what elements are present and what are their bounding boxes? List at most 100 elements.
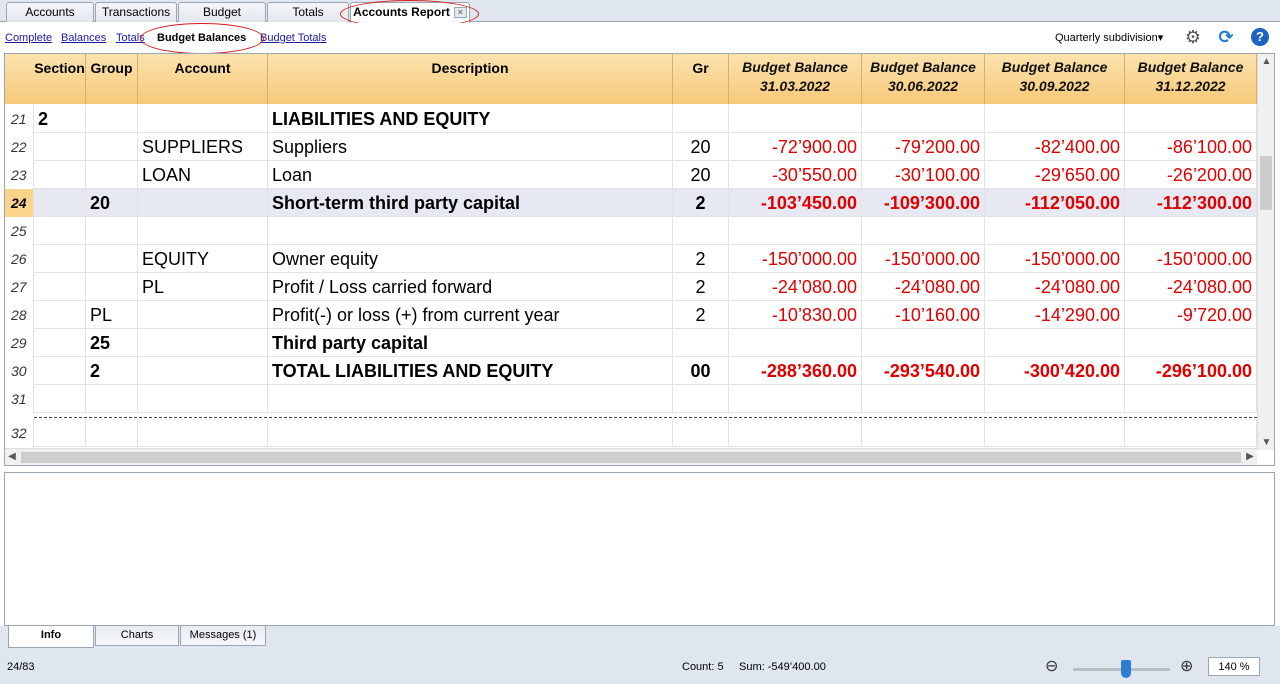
budget-q4-cell[interactable] bbox=[1125, 385, 1257, 413]
budget-q1-cell[interactable]: -150’000.00 bbox=[729, 245, 862, 273]
budget-q4-cell[interactable] bbox=[1125, 105, 1257, 133]
col-budget-balance-q1-header[interactable]: Budget Balance 31.03.2022 bbox=[729, 54, 862, 104]
gr-cell[interactable]: 00 bbox=[673, 357, 729, 385]
gr-cell[interactable] bbox=[673, 419, 729, 447]
group-cell[interactable] bbox=[86, 105, 138, 133]
gr-cell[interactable]: 2 bbox=[673, 245, 729, 273]
table-row[interactable]: 28 PL Profit(-) or loss (+) from current… bbox=[5, 301, 1257, 329]
budget-q2-cell[interactable] bbox=[862, 105, 985, 133]
budget-q4-cell[interactable]: -296’100.00 bbox=[1125, 357, 1257, 385]
budget-q4-cell[interactable]: -150’000.00 bbox=[1125, 245, 1257, 273]
tab-info[interactable]: Info bbox=[8, 626, 94, 648]
budget-q4-cell[interactable]: -9’720.00 bbox=[1125, 301, 1257, 329]
budget-q3-cell[interactable] bbox=[985, 385, 1125, 413]
account-cell[interactable] bbox=[138, 105, 268, 133]
zoom-level-field[interactable]: 140 % bbox=[1208, 657, 1260, 676]
table-row[interactable]: 26 EQUITY Owner equity 2 -150’000.00 -15… bbox=[5, 245, 1257, 273]
description-cell[interactable]: Owner equity bbox=[268, 245, 673, 273]
subtab-complete[interactable]: Complete bbox=[5, 32, 52, 44]
description-cell[interactable]: Profit(-) or loss (+) from current year bbox=[268, 301, 673, 329]
section-cell[interactable] bbox=[34, 357, 86, 385]
account-cell[interactable] bbox=[138, 419, 268, 447]
tab-messages[interactable]: Messages (1) bbox=[180, 626, 266, 646]
scroll-left-icon[interactable]: ◀ bbox=[5, 451, 19, 462]
table-row[interactable]: 22 SUPPLIERS Suppliers 20 -72’900.00 -79… bbox=[5, 133, 1257, 161]
budget-q2-cell[interactable]: -79’200.00 bbox=[862, 133, 985, 161]
budget-q4-cell[interactable]: -112’300.00 bbox=[1125, 189, 1257, 217]
group-cell[interactable] bbox=[86, 245, 138, 273]
budget-q3-cell[interactable]: -29’650.00 bbox=[985, 161, 1125, 189]
budget-q1-cell[interactable]: -103’450.00 bbox=[729, 189, 862, 217]
description-cell[interactable]: Third party capital bbox=[268, 329, 673, 357]
budget-q4-cell[interactable]: -86’100.00 bbox=[1125, 133, 1257, 161]
tab-transactions[interactable]: Transactions bbox=[95, 2, 177, 22]
tab-accounts[interactable]: Accounts bbox=[6, 2, 94, 22]
budget-q1-cell[interactable]: -24’080.00 bbox=[729, 273, 862, 301]
section-cell[interactable]: 2 bbox=[34, 105, 86, 133]
section-cell[interactable] bbox=[34, 161, 86, 189]
budget-q2-cell[interactable] bbox=[862, 217, 985, 245]
account-cell[interactable] bbox=[138, 329, 268, 357]
budget-q1-cell[interactable] bbox=[729, 105, 862, 133]
description-cell[interactable]: LIABILITIES AND EQUITY bbox=[268, 105, 673, 133]
budget-q4-cell[interactable] bbox=[1125, 217, 1257, 245]
budget-q1-cell[interactable]: -288’360.00 bbox=[729, 357, 862, 385]
zoom-in-icon[interactable]: ⊕ bbox=[1180, 656, 1193, 676]
gr-cell[interactable]: 20 bbox=[673, 133, 729, 161]
gr-cell[interactable]: 2 bbox=[673, 301, 729, 329]
vertical-scroll-thumb[interactable] bbox=[1260, 156, 1272, 210]
help-icon[interactable]: ? bbox=[1251, 28, 1269, 46]
budget-q2-cell[interactable] bbox=[862, 329, 985, 357]
section-cell[interactable] bbox=[34, 217, 86, 245]
budget-q3-cell[interactable]: -150’000.00 bbox=[985, 245, 1125, 273]
budget-q2-cell[interactable]: -24’080.00 bbox=[862, 273, 985, 301]
group-cell[interactable] bbox=[86, 161, 138, 189]
budget-q3-cell[interactable]: -14’290.00 bbox=[985, 301, 1125, 329]
section-cell[interactable] bbox=[34, 301, 86, 329]
account-cell[interactable]: EQUITY bbox=[138, 245, 268, 273]
budget-q3-cell[interactable] bbox=[985, 105, 1125, 133]
budget-q3-cell[interactable] bbox=[985, 329, 1125, 357]
budget-q4-cell[interactable] bbox=[1125, 419, 1257, 447]
budget-q3-cell[interactable]: -300’420.00 bbox=[985, 357, 1125, 385]
description-cell[interactable]: Loan bbox=[268, 161, 673, 189]
tab-charts[interactable]: Charts bbox=[95, 626, 179, 646]
vertical-scrollbar[interactable]: ▲ ▼ bbox=[1257, 54, 1274, 450]
subtab-budget-totals[interactable]: Budget Totals bbox=[260, 32, 326, 44]
zoom-out-icon[interactable]: ⊖ bbox=[1045, 656, 1058, 676]
tab-totals[interactable]: Totals bbox=[267, 2, 349, 22]
budget-q1-cell[interactable]: -72’900.00 bbox=[729, 133, 862, 161]
col-budget-balance-q3-header[interactable]: Budget Balance 30.09.2022 bbox=[985, 54, 1125, 104]
col-description-header[interactable]: Description bbox=[268, 54, 673, 104]
account-cell[interactable] bbox=[138, 217, 268, 245]
col-budget-balance-q2-header[interactable]: Budget Balance 30.06.2022 bbox=[862, 54, 985, 104]
description-cell[interactable] bbox=[268, 385, 673, 413]
table-row[interactable]: 30 2 TOTAL LIABILITIES AND EQUITY 00 -28… bbox=[5, 357, 1257, 385]
table-row[interactable]: 29 25 Third party capital bbox=[5, 329, 1257, 357]
group-cell[interactable]: PL bbox=[86, 301, 138, 329]
group-cell[interactable]: 2 bbox=[86, 357, 138, 385]
budget-q3-cell[interactable]: -82’400.00 bbox=[985, 133, 1125, 161]
gr-cell[interactable] bbox=[673, 105, 729, 133]
scroll-up-icon[interactable]: ▲ bbox=[1258, 56, 1274, 67]
group-cell[interactable] bbox=[86, 385, 138, 413]
budget-q1-cell[interactable]: -10’830.00 bbox=[729, 301, 862, 329]
col-section-header[interactable]: Section bbox=[34, 54, 86, 104]
group-cell[interactable] bbox=[86, 419, 138, 447]
budget-q3-cell[interactable]: -24’080.00 bbox=[985, 273, 1125, 301]
account-cell[interactable]: PL bbox=[138, 273, 268, 301]
gr-cell[interactable] bbox=[673, 329, 729, 357]
budget-q1-cell[interactable] bbox=[729, 329, 862, 357]
budget-q1-cell[interactable] bbox=[729, 217, 862, 245]
budget-q4-cell[interactable]: -24’080.00 bbox=[1125, 273, 1257, 301]
description-cell[interactable]: Profit / Loss carried forward bbox=[268, 273, 673, 301]
tab-budget[interactable]: Budget bbox=[178, 2, 266, 22]
budget-q2-cell[interactable] bbox=[862, 385, 985, 413]
account-cell[interactable]: LOAN bbox=[138, 161, 268, 189]
description-cell[interactable]: Suppliers bbox=[268, 133, 673, 161]
budget-q1-cell[interactable]: -30’550.00 bbox=[729, 161, 862, 189]
budget-q3-cell[interactable]: -112’050.00 bbox=[985, 189, 1125, 217]
budget-q2-cell[interactable] bbox=[862, 419, 985, 447]
description-cell[interactable]: Short-term third party capital bbox=[268, 189, 673, 217]
budget-q2-cell[interactable]: -150’000.00 bbox=[862, 245, 985, 273]
